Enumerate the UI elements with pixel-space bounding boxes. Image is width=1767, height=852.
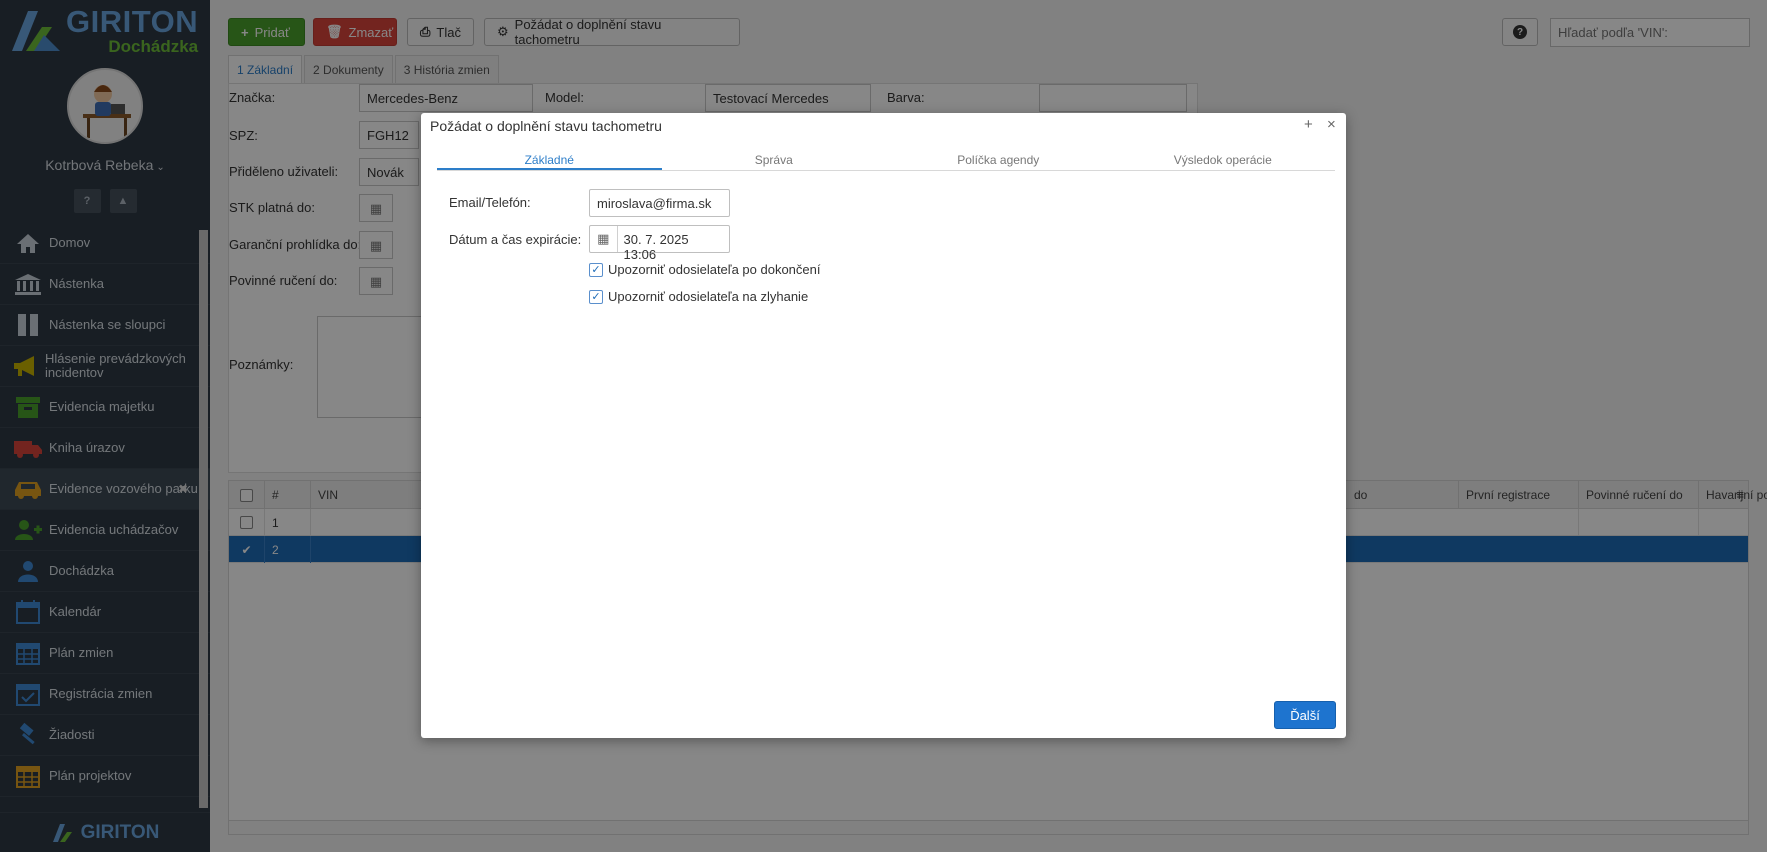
notify-on-complete-checkbox[interactable]: ✓ Upozorniť odosielateľa po dokončení — [589, 262, 820, 277]
maximize-icon[interactable]: + — [1304, 116, 1313, 133]
dialog-tabs: Základné Správa Políčka agendy Výsledok … — [437, 150, 1335, 171]
expiry-datetime-field[interactable]: ▦ 30. 7. 2025 13:06 — [589, 225, 730, 262]
tab-policka-agendy[interactable]: Políčka agendy — [886, 150, 1111, 170]
expiry-value: 30. 7. 2025 13:06 — [623, 232, 689, 262]
expiry-label: Dátum a čas expirácie: — [449, 232, 582, 247]
checkmark-icon: ✓ — [589, 289, 603, 304]
tab-sprava[interactable]: Správa — [662, 150, 887, 170]
dialog-title: Požádat o doplnění stavu tachometru — [430, 118, 662, 134]
next-button[interactable]: Ďalší — [1274, 701, 1336, 729]
tab-vysledok-operacie[interactable]: Výsledok operácie — [1111, 150, 1336, 170]
notify-on-failure-checkbox[interactable]: ✓ Upozorniť odosielateľa na zlyhanie — [589, 289, 808, 304]
tab-zakladne[interactable]: Základné — [437, 150, 662, 170]
email-field[interactable]: miroslava@firma.sk — [589, 189, 730, 217]
email-label: Email/Telefón: — [449, 195, 531, 210]
calendar-icon[interactable]: ▦ — [590, 226, 618, 252]
request-odometer-dialog: Požádat o doplnění stavu tachometru + × … — [421, 113, 1346, 738]
checkmark-icon: ✓ — [589, 262, 603, 277]
close-icon[interactable]: × — [1327, 116, 1336, 133]
